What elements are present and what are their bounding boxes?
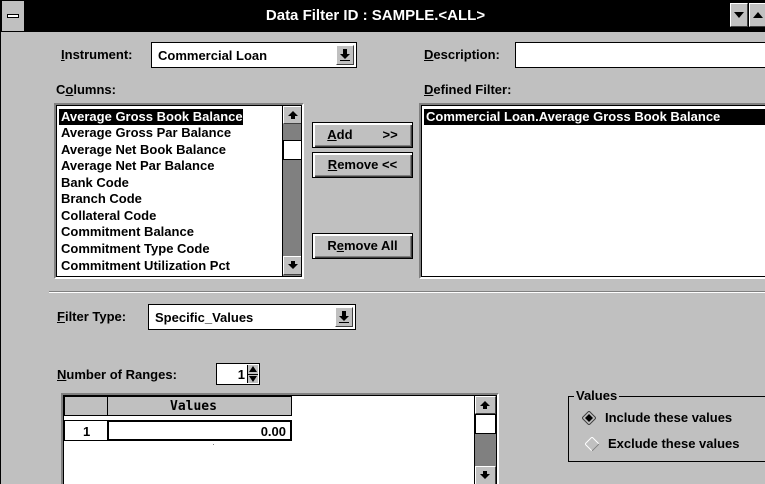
- instrument-dropdown-button[interactable]: [336, 45, 354, 65]
- minimize-button[interactable]: [730, 3, 748, 27]
- add-button[interactable]: Add >>: [312, 122, 413, 148]
- arrow-down-icon: [288, 261, 298, 269]
- window-title: Data Filter ID : SAMPLE.<ALL>: [265, 7, 486, 24]
- dropdown-arrow-icon: [340, 49, 350, 61]
- scroll-up-button[interactable]: [283, 106, 301, 124]
- list-item[interactable]: Commercial Loan.Average Gross Book Balan…: [424, 109, 765, 125]
- system-menu-icon[interactable]: [1, 0, 25, 32]
- include-values-radio[interactable]: [581, 410, 597, 428]
- spin-arrows-icon: [248, 366, 258, 382]
- arrow-up-icon: [480, 401, 490, 409]
- filter-type-label: Filter Type:: [57, 309, 127, 324]
- instrument-label: Instrument:: [61, 47, 133, 62]
- list-item[interactable]: Commitment Utilization Pct: [59, 258, 230, 274]
- scroll-up-button[interactable]: [475, 396, 496, 414]
- list-item[interactable]: Bank Code: [59, 175, 129, 191]
- description-label: Description:: [424, 47, 500, 62]
- arrow-up-icon: [288, 111, 298, 119]
- dropdown-arrow-icon: [339, 311, 349, 323]
- grid-cell-value[interactable]: 0.00: [107, 420, 292, 441]
- list-item[interactable]: Branch Code: [59, 191, 142, 207]
- list-item[interactable]: Commitment Type Code: [59, 241, 210, 257]
- instrument-value: Commercial Loan: [158, 48, 268, 63]
- include-values-label[interactable]: Include these values: [605, 410, 732, 425]
- maximize-button[interactable]: [749, 3, 765, 27]
- scroll-thumb[interactable]: [283, 140, 301, 160]
- remove-all-button[interactable]: Remove All: [312, 233, 413, 259]
- description-input[interactable]: [515, 42, 765, 68]
- filter-type-dropdown-button[interactable]: [335, 307, 353, 327]
- list-item[interactable]: Average Gross Book Balance: [59, 109, 243, 125]
- values-group-legend: Values: [574, 388, 620, 403]
- list-item[interactable]: Commitment Balance: [59, 224, 194, 240]
- grid-row-header[interactable]: 1: [64, 420, 108, 441]
- scroll-thumb[interactable]: [475, 414, 496, 434]
- number-of-ranges-spinner[interactable]: 1: [216, 363, 260, 385]
- arrow-down-icon: [734, 12, 744, 18]
- scroll-down-button[interactable]: [283, 256, 301, 275]
- radio-unselected-icon: [584, 436, 600, 452]
- grid-corner: [64, 396, 108, 416]
- values-grid-scrollbar[interactable]: [474, 396, 496, 484]
- list-item[interactable]: Average Gross Par Balance: [59, 125, 231, 141]
- grid-column-header[interactable]: Values: [107, 396, 292, 416]
- exclude-values-label[interactable]: Exclude these values: [608, 436, 740, 451]
- columns-scrollbar[interactable]: [282, 106, 301, 276]
- radio-selected-icon: [581, 410, 597, 426]
- list-item[interactable]: Average Net Par Balance: [59, 158, 214, 174]
- spin-buttons[interactable]: [247, 365, 258, 383]
- scroll-down-button[interactable]: [475, 466, 496, 484]
- number-of-ranges-value: 1: [237, 367, 245, 382]
- defined-filter-listbox[interactable]: Commercial Loan.Average Gross Book Balan…: [421, 105, 765, 277]
- arrow-down-icon: [480, 471, 490, 479]
- values-grid[interactable]: Values 1 0.00: [63, 395, 497, 484]
- defined-filter-label: Defined Filter:: [424, 82, 512, 97]
- filter-type-combo[interactable]: Specific_Values: [148, 304, 356, 330]
- number-of-ranges-label: Number of Ranges:: [57, 367, 177, 382]
- list-item[interactable]: Average Net Book Balance: [59, 142, 226, 158]
- exclude-values-radio[interactable]: [584, 436, 600, 454]
- columns-listbox[interactable]: Average Gross Book Balance Average Gross…: [56, 105, 302, 277]
- data-filter-window: Data Filter ID : SAMPLE.<ALL> Instrument…: [0, 0, 765, 484]
- title-bar[interactable]: Data Filter ID : SAMPLE.<ALL>: [1, 0, 765, 32]
- list-item[interactable]: Collateral Code: [59, 208, 156, 224]
- filter-type-value: Specific_Values: [155, 310, 254, 325]
- columns-label: Columns:: [56, 82, 116, 97]
- separator: [49, 291, 765, 293]
- remove-button[interactable]: Remove <<: [312, 152, 413, 178]
- arrow-up-icon: [753, 12, 763, 18]
- instrument-combo[interactable]: Commercial Loan: [151, 42, 357, 68]
